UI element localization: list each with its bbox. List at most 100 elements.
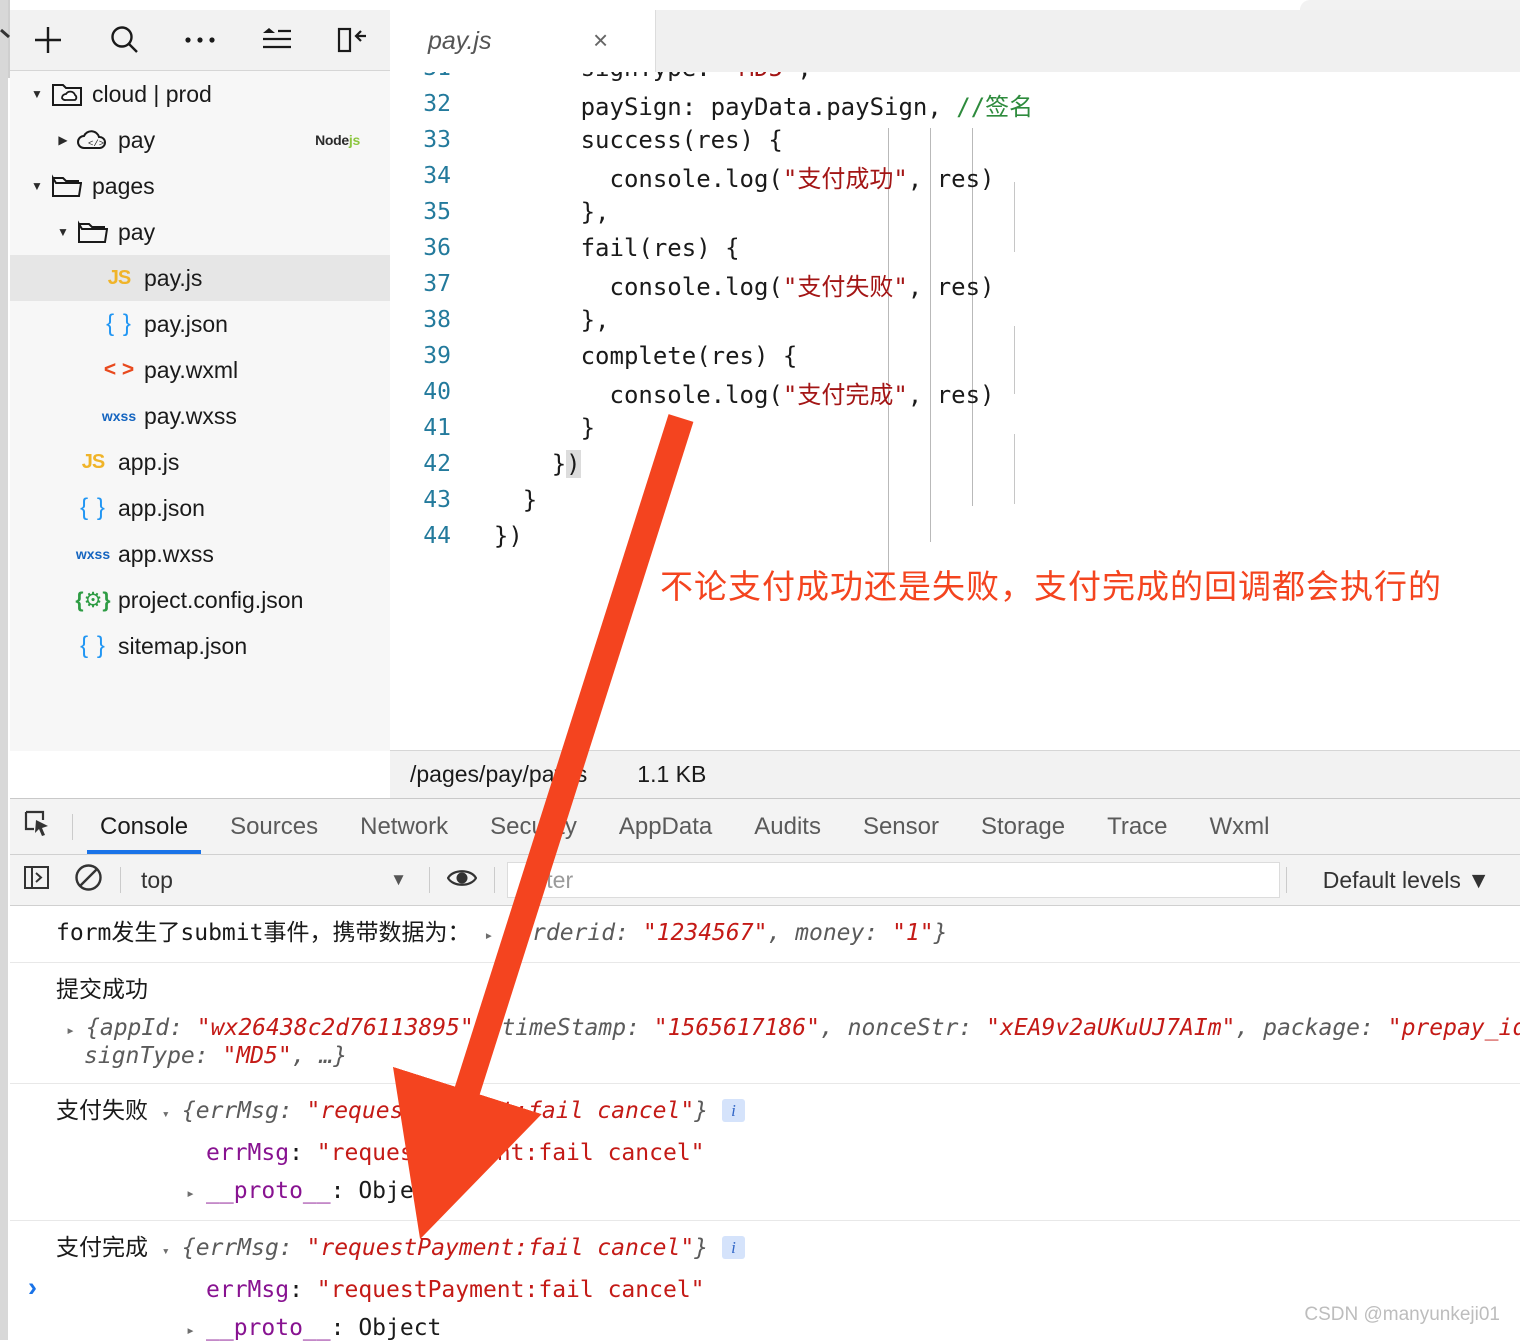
tree-item-label: pay [118, 126, 156, 153]
tree-item-pay-wxss[interactable]: wxss pay.wxss [10, 393, 390, 439]
tree-item-pay-js[interactable]: JS pay.js [10, 255, 390, 301]
tree-item-label: pages [92, 172, 155, 199]
devtools-tab-storage[interactable]: Storage [960, 799, 1086, 854]
tree-item-cloud-prod[interactable]: ▼ cloud | prod [10, 71, 390, 117]
console-output[interactable]: form发生了submit事件，携带数据为： ▸ {orderid: "12345… [10, 906, 1520, 1341]
annotation-text: 不论支付成功还是失败，支付完成的回调都会执行的 [660, 567, 1442, 606]
collapse-all-button[interactable] [238, 10, 314, 70]
devtools-tab-security[interactable]: Security [469, 799, 598, 854]
console-text: form发生了submit事件，携带数据为： [56, 920, 485, 946]
editor-tab-pay-js[interactable]: pay.js × [390, 10, 656, 72]
inspect-element-icon [23, 809, 53, 844]
code-area[interactable]: 31 signType: "MD5",32 paySign: payData.p… [390, 72, 1520, 750]
more-options-button[interactable] [162, 10, 238, 70]
code-text: console.log("支付成功", res) [465, 164, 995, 193]
js-file-icon: JS [107, 266, 131, 289]
tree-item-app-json[interactable]: { } app.json [10, 485, 390, 531]
console-text: : Object [330, 1178, 442, 1204]
tree-item-pay[interactable]: ▶ </> pay Nodejs [10, 117, 390, 163]
clear-console-button[interactable] [62, 863, 114, 897]
disclosure-triangle-right-icon[interactable]: ▸ [186, 1311, 206, 1341]
devtools-tab-sources[interactable]: Sources [209, 799, 339, 854]
chevron-down-icon[interactable]: ▼ [24, 179, 50, 193]
chevron-down-icon[interactable]: ▼ [24, 87, 50, 101]
close-icon[interactable]: × [593, 27, 619, 54]
devtools-tab-console[interactable]: Console [79, 799, 209, 854]
code-text: console.log("支付完成", res) [465, 380, 995, 409]
console-object-text: , [1235, 1015, 1264, 1041]
tree-item-project-config-json[interactable]: {⚙} project.config.json [10, 577, 390, 623]
console-filterbar: top ▼ Filter Default levels ▼ [10, 855, 1520, 906]
tree-item-label: app.json [118, 494, 205, 521]
live-expression-eye-icon [446, 867, 478, 894]
line-number: 35 [423, 199, 451, 225]
toolbar-divider [494, 867, 495, 893]
tree-item-pay[interactable]: ▼ pay [10, 209, 390, 255]
log-levels-selector[interactable]: Default levels ▼ [1293, 867, 1520, 894]
console-sidebar-button[interactable] [10, 864, 62, 896]
code-text: success(res) { [465, 126, 783, 154]
add-file-button[interactable] [10, 10, 86, 70]
chevron-right-icon[interactable]: ▶ [50, 133, 76, 147]
code-line: 32 paySign: payData.paySign, //签名 [390, 86, 1520, 122]
log-entry-submit-success[interactable]: 提交成功 ▸ {appId: "wx26438c2d76113895", timeS… [10, 963, 1520, 1084]
console-text: : Object [330, 1315, 442, 1341]
code-line: 35 }, [390, 194, 1520, 230]
console-filter-input[interactable]: Filter [507, 862, 1280, 898]
console-property-key: __proto__ [206, 1315, 331, 1341]
live-expression-button[interactable] [436, 867, 488, 894]
tree-item-app-wxss[interactable]: wxss app.wxss [10, 531, 390, 577]
tree-item-label: sitemap.json [118, 632, 248, 659]
console-object-text: money: [795, 920, 893, 946]
code-line: 44 }) [390, 518, 1520, 554]
devtools-tab-sensor[interactable]: Sensor [842, 799, 960, 854]
devtools-tab-appdata[interactable]: AppData [598, 799, 733, 854]
clear-console-icon [74, 863, 103, 897]
console-object-text: , …} [291, 1043, 348, 1069]
console-object-text: , [819, 1015, 848, 1041]
log-entry-pay-complete[interactable]: 支付完成 ▾ {errMsg: "requestPayment:fail canc… [10, 1221, 1520, 1341]
devtools-tab-wxml[interactable]: Wxml [1189, 799, 1291, 854]
line-number: 43 [423, 487, 451, 513]
console-object-text: package: [1263, 1015, 1388, 1041]
code-line: 38 }, [390, 302, 1520, 338]
log-entry-pay-fail[interactable]: 支付失败 ▾ {errMsg: "requestPayment:fail canc… [10, 1084, 1520, 1221]
disclosure-triangle-down-icon[interactable]: ▾ [162, 1233, 182, 1271]
plus-icon [31, 23, 65, 57]
devtools-tab-audits[interactable]: Audits [733, 799, 842, 854]
console-context-selector[interactable]: top ▼ [127, 867, 423, 894]
inspect-element-button[interactable] [10, 809, 66, 844]
devtools-tab-network[interactable]: Network [339, 799, 469, 854]
tree-item-app-js[interactable]: JS app.js [10, 439, 390, 485]
code-text: }) [465, 522, 523, 550]
code-line: 33 success(res) { [390, 122, 1520, 158]
tree-item-label: pay.wxml [144, 356, 239, 383]
disclosure-triangle-right-icon[interactable]: ▸ [484, 916, 504, 954]
console-line: errMsg: "requestPayment:fail cancel" [10, 1271, 1520, 1309]
tree-item-pay-json[interactable]: { } pay.json [10, 301, 390, 347]
code-text: console.log("支付失败", res) [465, 272, 995, 301]
search-button[interactable] [86, 10, 162, 70]
disclosure-triangle-right-icon[interactable]: ▸ [66, 1011, 86, 1049]
code-line: 36 fail(res) { [390, 230, 1520, 266]
tree-item-pay-wxml[interactable]: < > pay.wxml [10, 347, 390, 393]
code-text: fail(res) { [465, 234, 740, 262]
disclosure-triangle-down-icon[interactable]: ▾ [162, 1096, 182, 1134]
console-object-text: timeStamp: [501, 1015, 654, 1041]
toolbar-divider [120, 867, 121, 893]
code-text: complete(res) { [465, 342, 798, 370]
console-string-value: "1" [892, 920, 934, 946]
file-tree[interactable]: ▼ cloud | prod ▶ </> pay Nodejs ▼ pages ▼ pay JS pa… [10, 71, 391, 751]
tree-item-pages[interactable]: ▼ pages [10, 163, 390, 209]
line-number: 36 [423, 235, 451, 261]
js-file-icon: JS [81, 450, 105, 473]
devtools-tab-trace[interactable]: Trace [1086, 799, 1188, 854]
editor-tabstrip: pay.js × [390, 10, 1520, 73]
tree-item-label: cloud | prod [92, 80, 212, 107]
tree-item-sitemap-json[interactable]: { } sitemap.json [10, 623, 390, 669]
toggle-sidebar-button[interactable] [314, 10, 390, 70]
chevron-down-icon[interactable]: ▼ [50, 225, 76, 239]
devtools-tabbar[interactable]: Console Sources Network Security AppData Audi… [10, 799, 1520, 855]
log-entry-form-submit[interactable]: form发生了submit事件，携带数据为： ▸ {orderid: "12345… [10, 906, 1520, 963]
disclosure-triangle-right-icon[interactable]: ▸ [186, 1174, 206, 1212]
